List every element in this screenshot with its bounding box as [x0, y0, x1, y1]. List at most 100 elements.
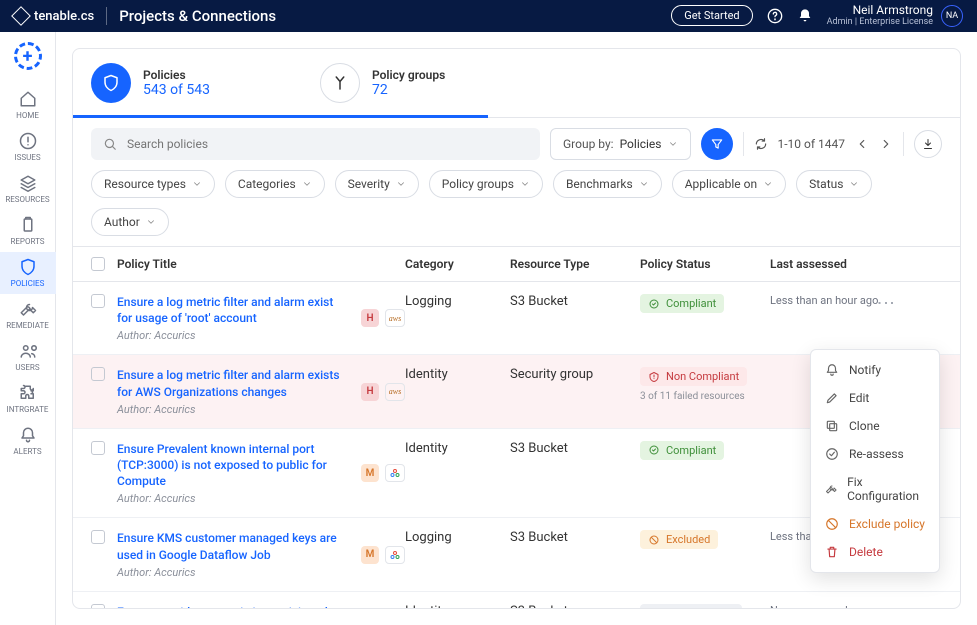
download-button[interactable]	[914, 130, 942, 158]
sidebar-item-alerts[interactable]: ALERTS	[0, 420, 56, 462]
policies-value: 543 of 543	[143, 82, 210, 98]
filter-chip-status[interactable]: Status	[796, 170, 872, 198]
policy-title-link[interactable]: Ensure a log metric filter and alarm exi…	[117, 367, 351, 399]
row-checkbox[interactable]	[91, 604, 105, 608]
split-icon	[320, 63, 360, 103]
puzzle-icon	[19, 384, 37, 402]
status-badge: Not Assessed	[640, 604, 742, 608]
pager-text: 1-10 of 1447	[778, 137, 846, 151]
sidebar-item-issues[interactable]: ISSUES	[0, 126, 56, 168]
sidebar-item-label: INTRGRATE	[7, 405, 49, 414]
filter-button[interactable]	[701, 128, 733, 160]
ban-icon	[825, 517, 839, 531]
page-next-icon[interactable]	[879, 137, 893, 151]
table-row: Ensure provider status is in provisioned…	[73, 592, 960, 608]
filter-chip-severity[interactable]: Severity	[335, 170, 419, 198]
chevron-down-icon	[396, 179, 406, 189]
row-checkbox[interactable]	[91, 530, 105, 544]
col-title: Policy Title	[105, 257, 405, 271]
filter-chip-applicable on[interactable]: Applicable on	[672, 170, 786, 198]
severity-badge: M	[361, 464, 379, 482]
chevron-down-icon	[146, 217, 156, 227]
menu-item-fix configuration[interactable]: Fix Configuration	[811, 468, 939, 510]
brand-text: tenable.cs	[34, 9, 94, 24]
row-actions-button[interactable]: ⋮	[880, 604, 890, 608]
policy-author: Author: Accurics	[117, 566, 351, 579]
groupby-select[interactable]: Group by: Policies	[550, 128, 691, 160]
users-icon	[19, 342, 37, 360]
cloud-provider-icon: aws	[385, 383, 405, 401]
policy-title-link[interactable]: Ensure a log metric filter and alarm exi…	[117, 294, 351, 326]
bell-icon	[19, 426, 37, 444]
filter-chip-benchmarks[interactable]: Benchmarks	[553, 170, 662, 198]
resource-cell: S3 Bucket	[510, 604, 640, 608]
policy-title-link[interactable]: Ensure Prevalent known internal port (TC…	[117, 441, 351, 490]
brand-logo[interactable]: tenable.cs	[14, 9, 94, 24]
search-icon	[103, 137, 117, 151]
col-status: Policy Status	[640, 257, 770, 271]
add-button[interactable]: +	[14, 42, 42, 70]
filter-chip-author[interactable]: Author	[91, 208, 169, 236]
status-badge: Excluded	[640, 530, 718, 549]
policy-title-link[interactable]: Ensure KMS customer managed keys are use…	[117, 530, 351, 562]
sidebar-item-users[interactable]: USERS	[0, 336, 56, 378]
tab-policies[interactable]: Policies543 of 543	[91, 63, 210, 103]
search-box[interactable]	[91, 128, 540, 160]
chevron-down-icon	[639, 179, 649, 189]
shield-icon	[91, 63, 131, 103]
policy-title-link[interactable]: Ensure provider status is in provisioned…	[117, 604, 351, 608]
severity-badge: H	[361, 309, 379, 327]
groups-value: 72	[372, 82, 445, 98]
resource-cell: S3 Bucket	[510, 530, 640, 545]
menu-item-notify[interactable]: Notify	[811, 356, 939, 384]
help-icon[interactable]	[767, 8, 783, 24]
menu-item-re-assess[interactable]: Re-assess	[811, 440, 939, 468]
category-cell: Identity	[405, 604, 510, 608]
notification-bell-icon[interactable]	[797, 8, 813, 24]
select-all-checkbox[interactable]	[91, 257, 105, 271]
user-menu[interactable]: Neil Armstrong Admin | Enterprise Licens…	[827, 4, 963, 27]
get-started-button[interactable]: Get Started	[671, 5, 752, 26]
sidebar-item-reports[interactable]: REPORTS	[0, 210, 56, 252]
menu-item-delete[interactable]: Delete	[811, 538, 939, 566]
page-prev-icon[interactable]	[855, 137, 869, 151]
row-checkbox[interactable]	[91, 294, 105, 308]
policy-author: Author: Accurics	[117, 329, 351, 342]
clipboard-icon	[19, 216, 37, 234]
wrench-icon	[19, 300, 37, 318]
sidebar-item-label: ISSUES	[14, 153, 40, 162]
chevron-down-icon	[302, 179, 312, 189]
tab-policy-groups[interactable]: Policy groups72	[320, 63, 445, 103]
row-checkbox[interactable]	[91, 367, 105, 381]
alert-icon	[19, 132, 37, 150]
sidebar-item-resources[interactable]: RESOURCES	[0, 168, 56, 210]
avatar: NA	[941, 5, 963, 27]
menu-item-edit[interactable]: Edit	[811, 384, 939, 412]
top-bar: tenable.cs Projects & Connections Get St…	[0, 0, 977, 32]
last-assessed: Never assessed	[770, 604, 880, 608]
trash-icon	[825, 545, 839, 559]
filter-chip-policy groups[interactable]: Policy groups	[429, 170, 543, 198]
refresh-icon[interactable]	[754, 137, 768, 151]
col-resource: Resource Type	[510, 257, 640, 271]
row-actions-button[interactable]: ⋮	[880, 294, 890, 312]
chevron-down-icon	[192, 179, 202, 189]
menu-item-clone[interactable]: Clone	[811, 412, 939, 440]
sidebar-item-intrgrate[interactable]: INTRGRATE	[0, 378, 56, 420]
filter-chip-resource types[interactable]: Resource types	[91, 170, 215, 198]
sidebar-item-label: ALERTS	[13, 447, 41, 456]
pencil-icon	[825, 391, 839, 405]
sidebar-item-policies[interactable]: POLICIES	[0, 252, 56, 294]
failed-resources: 3 of 11 failed resources	[640, 391, 770, 402]
sidebar-item-label: RESOURCES	[5, 195, 49, 204]
filter-chip-categories[interactable]: Categories	[225, 170, 325, 198]
chevron-down-icon	[668, 139, 678, 149]
search-input[interactable]	[127, 137, 528, 151]
policies-label: Policies	[143, 68, 210, 82]
severity-badge: H	[361, 383, 379, 401]
row-checkbox[interactable]	[91, 441, 105, 455]
sidebar-item-home[interactable]: HOME	[0, 84, 56, 126]
groups-label: Policy groups	[372, 68, 445, 82]
menu-item-exclude policy[interactable]: Exclude policy	[811, 510, 939, 538]
sidebar-item-remediate[interactable]: REMEDIATE	[0, 294, 56, 336]
